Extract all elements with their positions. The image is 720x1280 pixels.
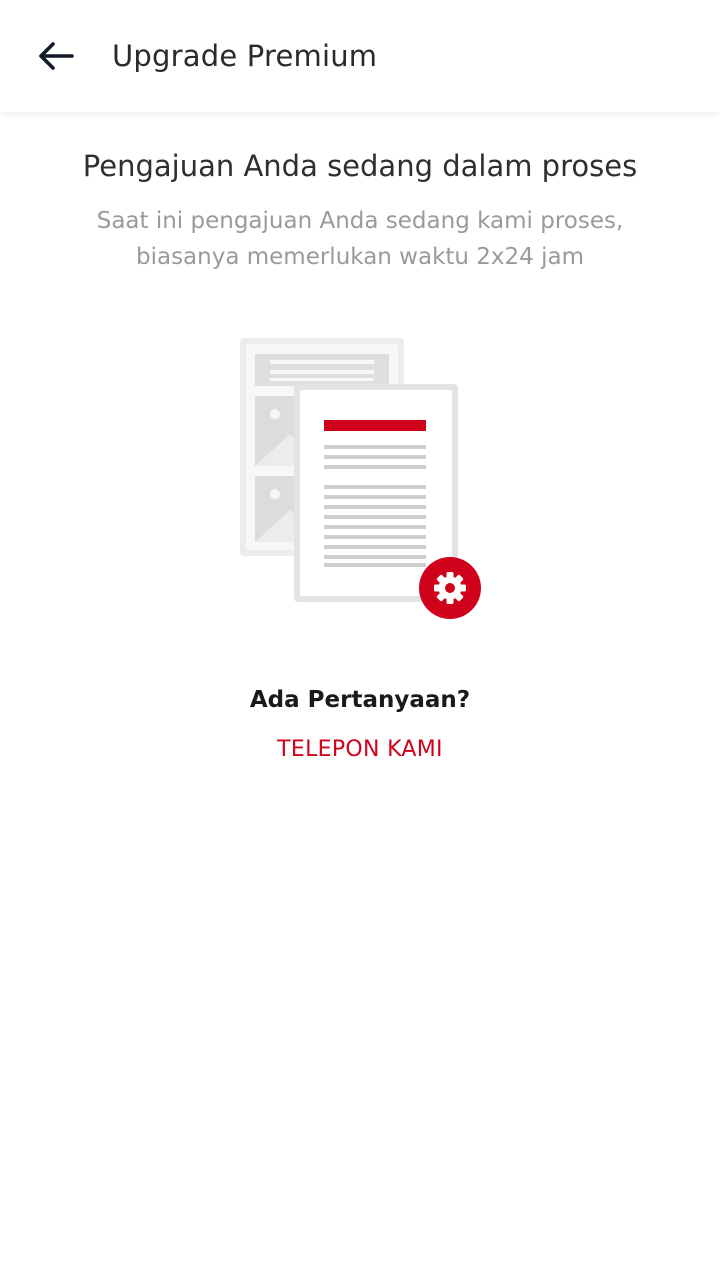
back-button[interactable] xyxy=(34,36,78,76)
documents-processing-icon xyxy=(240,338,481,619)
call-us-link[interactable]: TELEPON KAMI xyxy=(200,730,520,770)
arrow-left-icon xyxy=(39,42,74,70)
app-bar: Upgrade Premium xyxy=(0,0,720,112)
page-title: Upgrade Premium xyxy=(112,39,378,73)
question-label: Ada Pertanyaan? xyxy=(249,687,471,713)
status-headline: Pengajuan Anda sedang dalam proses xyxy=(82,149,638,183)
status-description: Saat ini pengajuan Anda sedang kami pros… xyxy=(96,208,624,270)
documents-processing-illustration xyxy=(228,330,492,630)
gear-icon xyxy=(419,557,481,619)
